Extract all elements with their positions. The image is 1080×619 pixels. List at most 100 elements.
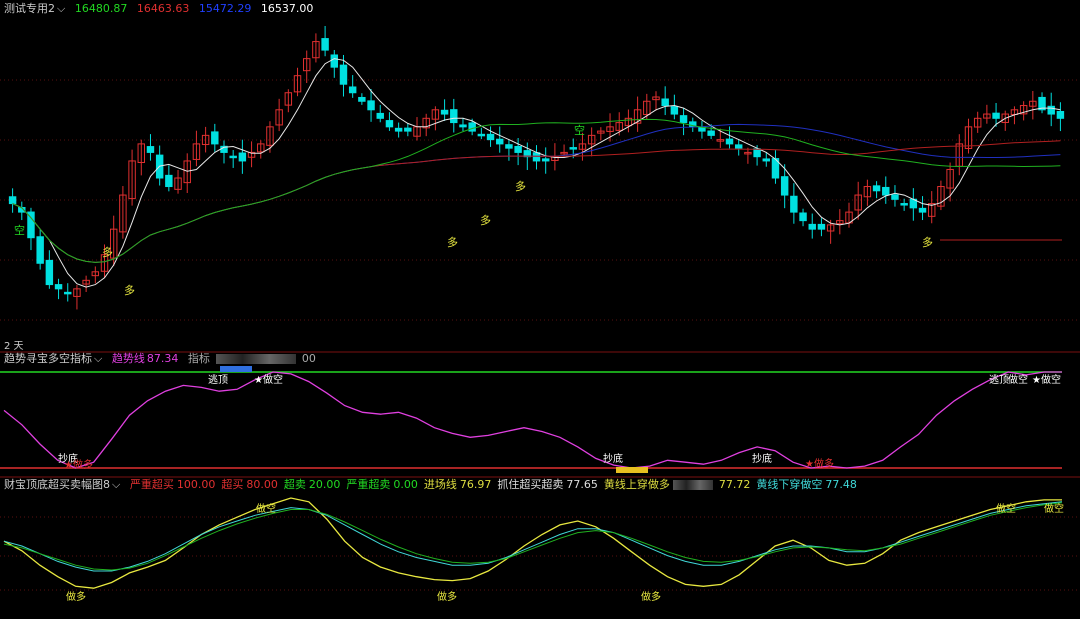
trend-extra-value: 00 — [301, 352, 316, 365]
candle-body — [541, 158, 550, 162]
candle-body — [385, 120, 394, 128]
trend-panel-title[interactable]: 趋势寻宝多空指标 — [4, 352, 92, 365]
legend-value: 76.97 — [459, 478, 492, 491]
candle-body — [1047, 105, 1055, 115]
ma-line-green — [12, 118, 1061, 263]
candle-body — [505, 144, 513, 149]
candle-body — [450, 109, 458, 124]
signal-duo: 多 — [480, 213, 491, 227]
candle-body — [918, 207, 927, 213]
legend-value: 0.00 — [393, 478, 418, 491]
legend-value: 77.72 — [718, 478, 751, 491]
candle-body — [569, 147, 577, 150]
signal-kong: 空 — [14, 223, 25, 237]
trend-line-value: 87.34 — [146, 352, 179, 365]
candle-body — [496, 138, 504, 145]
candle-body — [165, 174, 173, 188]
legend-label: 超买 — [221, 478, 244, 491]
candle-body — [725, 138, 734, 145]
main-panel-title[interactable]: 测试专用2 — [4, 2, 55, 15]
candle-body — [376, 112, 384, 119]
legend-label: 黄线下穿做空 — [756, 478, 823, 491]
main-panel-header[interactable]: 测试专用2 ⌵ 16480.87 16463.63 15472.29 16537.… — [4, 2, 319, 16]
osc-line — [3, 501, 1063, 572]
trend-extra-label: 指标 — [187, 352, 210, 365]
chart-canvas: 空多多多多多空多抄底★做多逃顶 ★做空抄底 抄底 ★做多逃顶 做空 ★做空做空做多 做多 做多… — [0, 25, 1080, 603]
osc-line — [3, 502, 1063, 571]
candle-body — [670, 106, 679, 115]
legend-value: 77.65 — [566, 478, 598, 491]
candle-body — [45, 259, 54, 286]
signal-kong: 空 — [574, 123, 585, 137]
signal-chaodi: 抄底 — [603, 452, 623, 465]
ma2-value: 16463.63 — [136, 2, 190, 15]
candle-body — [707, 130, 715, 136]
candle-body — [468, 122, 476, 132]
candle-body — [440, 109, 449, 115]
signal-zuokong: 做空 — [256, 502, 276, 515]
chevron-down-icon[interactable]: ⌵ — [112, 478, 120, 491]
signal-chaodi: 抄底 — [752, 452, 772, 465]
candle-body — [367, 100, 375, 111]
legend-label: 进场线 — [423, 478, 457, 491]
candle-body — [891, 194, 899, 200]
blurred-region — [672, 480, 713, 490]
candle-body — [679, 115, 688, 124]
candle-body — [330, 54, 339, 68]
signal-zuoduo: 做多 — [66, 590, 86, 603]
candle-body — [146, 146, 155, 153]
candle-body — [882, 186, 890, 196]
chevron-down-icon[interactable]: ⌵ — [57, 2, 65, 15]
legend-label: 黄线上穿做多 — [603, 478, 670, 491]
legend-label: 严重超卖 — [346, 478, 391, 491]
signal-zuokong: ★做空 — [254, 373, 283, 386]
candle-body — [762, 158, 770, 162]
candle-body — [477, 133, 486, 137]
candle-body — [808, 223, 816, 230]
candle-body — [339, 64, 348, 85]
signal-zuoduo: ★做多 — [64, 458, 93, 471]
osc-panel-title[interactable]: 财宝顶底超买卖幅图8 — [4, 478, 110, 491]
signal-zuoduo: 做多 — [641, 590, 661, 603]
signal-duo: 多 — [102, 245, 113, 259]
candle-body — [780, 176, 789, 196]
candle-body — [54, 284, 63, 290]
candle-body — [8, 196, 17, 205]
candle-body — [790, 195, 798, 213]
candle-body — [817, 223, 826, 230]
trend-panel-header[interactable]: 趋势寻宝多空指标 ⌵ 趋势线 87.34 指标 00 — [4, 352, 322, 366]
top-block — [220, 366, 252, 372]
candle-body — [64, 291, 72, 295]
candle-body — [321, 38, 329, 51]
candle-body — [734, 144, 743, 149]
signal-zuokong: 做空 — [996, 502, 1016, 515]
chevron-down-icon[interactable]: ⌵ — [94, 352, 102, 365]
legend-label: 超卖 — [283, 478, 306, 491]
signal-zuokong: 做空 — [1008, 373, 1028, 386]
candle-body — [229, 155, 237, 159]
price-value: 16537.00 — [260, 2, 314, 15]
signal-taoding: 逃顶 — [989, 373, 1009, 386]
signal-zuoduo: ★做多 — [805, 457, 834, 470]
ma-line-white — [12, 58, 1061, 288]
signal-zuokong: 做空 — [1044, 502, 1064, 515]
candle-body — [532, 152, 541, 162]
osc-panel-header[interactable]: 财宝顶底超买卖幅图8 ⌵ 严重超买 100.00 超买 80.00 超卖 20.00 严重超卖… — [4, 478, 869, 492]
legend-label: 严重超买 — [129, 478, 174, 491]
legend-value: 20.00 — [308, 478, 341, 491]
signal-duo: 多 — [447, 235, 458, 249]
candle-body — [661, 98, 669, 107]
signal-duo: 多 — [124, 283, 135, 297]
candle-body — [992, 112, 1000, 119]
legend-value: 100.00 — [176, 478, 216, 491]
legend-label: 抓住超买超卖 — [497, 478, 564, 491]
blurred-region — [215, 354, 296, 364]
signal-zuokong: ★做空 — [1032, 373, 1061, 386]
candle-body — [404, 127, 412, 132]
candle-body — [872, 185, 881, 192]
candle-body — [799, 212, 807, 222]
legend-value: 77.48 — [825, 478, 857, 491]
trend-line — [3, 371, 1062, 469]
ma3-value: 15472.29 — [198, 2, 252, 15]
candle-body — [459, 124, 467, 128]
